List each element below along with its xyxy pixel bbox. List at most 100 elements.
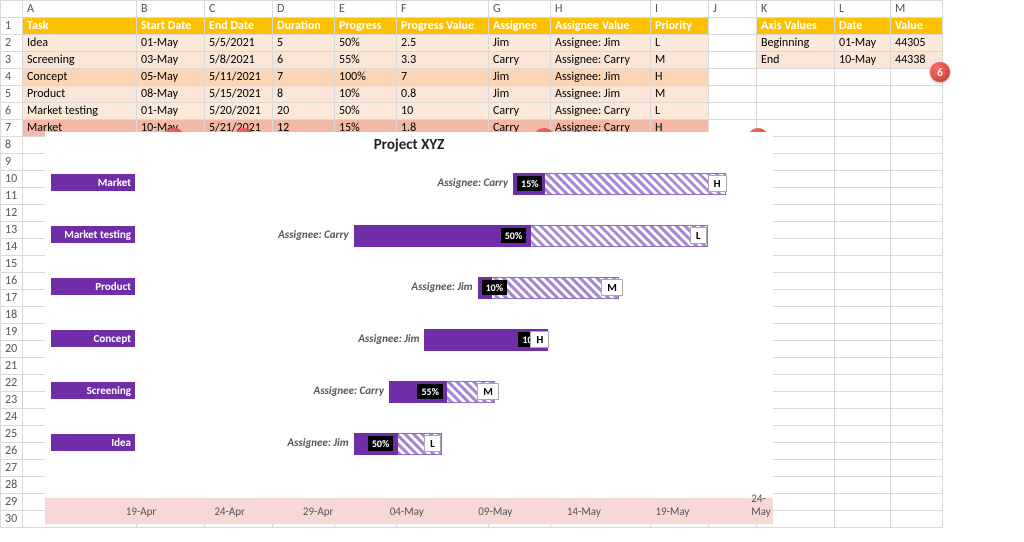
- cell-F5[interactable]: 0.8: [397, 86, 489, 103]
- cell-H4[interactable]: Assignee: Jim: [551, 69, 651, 86]
- cell-L26[interactable]: [835, 443, 891, 460]
- row-header-23[interactable]: 23: [1, 392, 23, 409]
- column-header-H[interactable]: H: [551, 1, 651, 18]
- cell-D4[interactable]: 7: [273, 69, 335, 86]
- cell-I6[interactable]: L: [651, 103, 709, 120]
- row-header-13[interactable]: 13: [1, 222, 23, 239]
- cell-F1[interactable]: Progress Value: [397, 18, 489, 35]
- row-header-5[interactable]: 5: [1, 86, 23, 103]
- column-header-L[interactable]: L: [835, 1, 891, 18]
- cell-L29[interactable]: [835, 494, 891, 511]
- cell-H2[interactable]: Assignee: Jim: [551, 35, 651, 52]
- cell-M9[interactable]: [891, 154, 943, 171]
- cell-L19[interactable]: [835, 324, 891, 341]
- cell-H5[interactable]: Assignee: Jim: [551, 86, 651, 103]
- cell-K4[interactable]: [757, 69, 835, 86]
- cell-M15[interactable]: [891, 256, 943, 273]
- row-header-10[interactable]: 10: [1, 171, 23, 188]
- cell-L1[interactable]: Date: [835, 18, 891, 35]
- cell-L23[interactable]: [835, 392, 891, 409]
- cell-M18[interactable]: [891, 307, 943, 324]
- cell-M12[interactable]: [891, 205, 943, 222]
- cell-H3[interactable]: Assignee: Carry: [551, 52, 651, 69]
- cell-G3[interactable]: Carry: [489, 52, 551, 69]
- cell-D1[interactable]: Duration: [273, 18, 335, 35]
- row-header-17[interactable]: 17: [1, 290, 23, 307]
- cell-M21[interactable]: [891, 358, 943, 375]
- select-all-corner[interactable]: [1, 1, 23, 18]
- cell-J4[interactable]: [709, 69, 757, 86]
- cell-M1[interactable]: Value: [891, 18, 943, 35]
- cell-D3[interactable]: 6: [273, 52, 335, 69]
- cell-L28[interactable]: [835, 477, 891, 494]
- cell-E3[interactable]: 55%: [335, 52, 397, 69]
- cell-L6[interactable]: [835, 103, 891, 120]
- cell-E5[interactable]: 10%: [335, 86, 397, 103]
- cell-I3[interactable]: M: [651, 52, 709, 69]
- cell-D5[interactable]: 8: [273, 86, 335, 103]
- cell-B5[interactable]: 08-May: [137, 86, 205, 103]
- row-header-24[interactable]: 24: [1, 409, 23, 426]
- cell-J2[interactable]: [709, 35, 757, 52]
- row-header-25[interactable]: 25: [1, 426, 23, 443]
- column-header-G[interactable]: G: [489, 1, 551, 18]
- cell-L14[interactable]: [835, 239, 891, 256]
- cell-M17[interactable]: [891, 290, 943, 307]
- row-header-1[interactable]: 1: [1, 18, 23, 35]
- cell-K3[interactable]: End: [757, 52, 835, 69]
- column-header-C[interactable]: C: [205, 1, 273, 18]
- row-header-27[interactable]: 27: [1, 460, 23, 477]
- row-header-20[interactable]: 20: [1, 341, 23, 358]
- column-header-D[interactable]: D: [273, 1, 335, 18]
- cell-L16[interactable]: [835, 273, 891, 290]
- cell-M24[interactable]: [891, 409, 943, 426]
- cell-A5[interactable]: Product: [23, 86, 137, 103]
- cell-B4[interactable]: 05-May: [137, 69, 205, 86]
- cell-L21[interactable]: [835, 358, 891, 375]
- cell-F2[interactable]: 2.5: [397, 35, 489, 52]
- cell-L12[interactable]: [835, 205, 891, 222]
- cell-M5[interactable]: [891, 86, 943, 103]
- column-header-J[interactable]: J: [709, 1, 757, 18]
- cell-C3[interactable]: 5/8/2021: [205, 52, 273, 69]
- row-header-21[interactable]: 21: [1, 358, 23, 375]
- cell-L24[interactable]: [835, 409, 891, 426]
- cell-L11[interactable]: [835, 188, 891, 205]
- row-header-22[interactable]: 22: [1, 375, 23, 392]
- column-header-F[interactable]: F: [397, 1, 489, 18]
- row-header-19[interactable]: 19: [1, 324, 23, 341]
- cell-M2[interactable]: 44305: [891, 35, 943, 52]
- cell-G2[interactable]: Jim: [489, 35, 551, 52]
- cell-L30[interactable]: [835, 511, 891, 528]
- cell-J5[interactable]: [709, 86, 757, 103]
- cell-L27[interactable]: [835, 460, 891, 477]
- cell-L4[interactable]: [835, 69, 891, 86]
- cell-F4[interactable]: 7: [397, 69, 489, 86]
- cell-M13[interactable]: [891, 222, 943, 239]
- cell-I2[interactable]: L: [651, 35, 709, 52]
- cell-L17[interactable]: [835, 290, 891, 307]
- cell-L2[interactable]: 01-May: [835, 35, 891, 52]
- row-header-8[interactable]: 8: [1, 137, 23, 154]
- cell-A6[interactable]: Market testing: [23, 103, 137, 120]
- cell-M26[interactable]: [891, 443, 943, 460]
- cell-L15[interactable]: [835, 256, 891, 273]
- row-header-18[interactable]: 18: [1, 307, 23, 324]
- cell-M22[interactable]: [891, 375, 943, 392]
- row-header-29[interactable]: 29: [1, 494, 23, 511]
- cell-L3[interactable]: 10-May: [835, 52, 891, 69]
- cell-G6[interactable]: Carry: [489, 103, 551, 120]
- cell-A2[interactable]: Idea: [23, 35, 137, 52]
- cell-L13[interactable]: [835, 222, 891, 239]
- cell-E1[interactable]: Progress: [335, 18, 397, 35]
- cell-C4[interactable]: 5/11/2021: [205, 69, 273, 86]
- cell-K1[interactable]: Axis Values: [757, 18, 835, 35]
- cell-L20[interactable]: [835, 341, 891, 358]
- cell-D2[interactable]: 5: [273, 35, 335, 52]
- cell-D6[interactable]: 20: [273, 103, 335, 120]
- cell-I4[interactable]: H: [651, 69, 709, 86]
- cell-M28[interactable]: [891, 477, 943, 494]
- cell-B1[interactable]: Start Date: [137, 18, 205, 35]
- row-header-12[interactable]: 12: [1, 205, 23, 222]
- cell-J6[interactable]: [709, 103, 757, 120]
